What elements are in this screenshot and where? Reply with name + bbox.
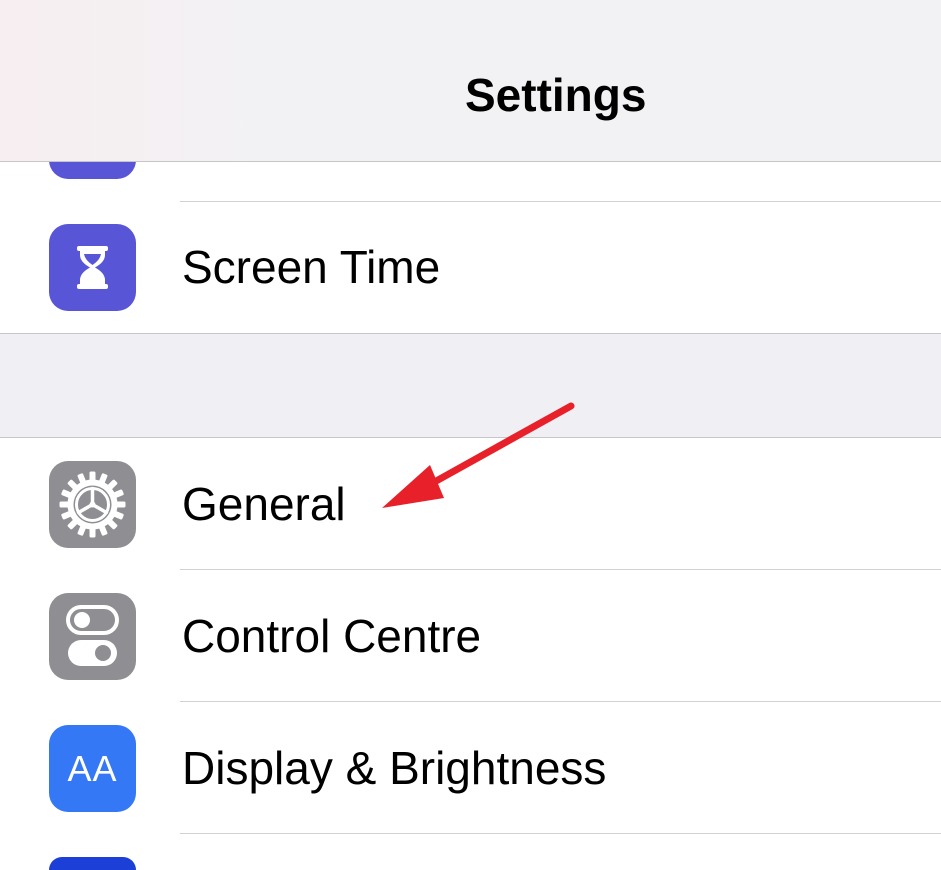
settings-row-screen-time[interactable]: Screen Time (0, 202, 941, 333)
row-separator (180, 701, 941, 702)
settings-row-display-brightness[interactable]: AA Display & Brightness (0, 703, 941, 834)
text-size-icon: AA (49, 725, 136, 812)
partial-blue-icon (49, 857, 136, 870)
settings-row-general[interactable]: General (0, 439, 941, 570)
screen-time-label: Screen Time (182, 241, 441, 293)
row-separator (180, 833, 941, 834)
row-separator (180, 569, 941, 570)
text-size-icon-glyph: AA (67, 747, 118, 789)
toggle-switches-icon (49, 593, 136, 680)
hourglass-icon (49, 224, 136, 311)
settings-row-control-centre[interactable]: Control Centre (0, 571, 941, 702)
control-centre-label: Control Centre (182, 610, 482, 662)
general-label: General (182, 478, 346, 530)
gear-icon (49, 461, 136, 548)
section-gap (0, 333, 941, 438)
navigation-bar: Settings (0, 0, 941, 162)
page-title: Settings (465, 69, 647, 121)
display-brightness-label: Display & Brightness (182, 742, 607, 794)
